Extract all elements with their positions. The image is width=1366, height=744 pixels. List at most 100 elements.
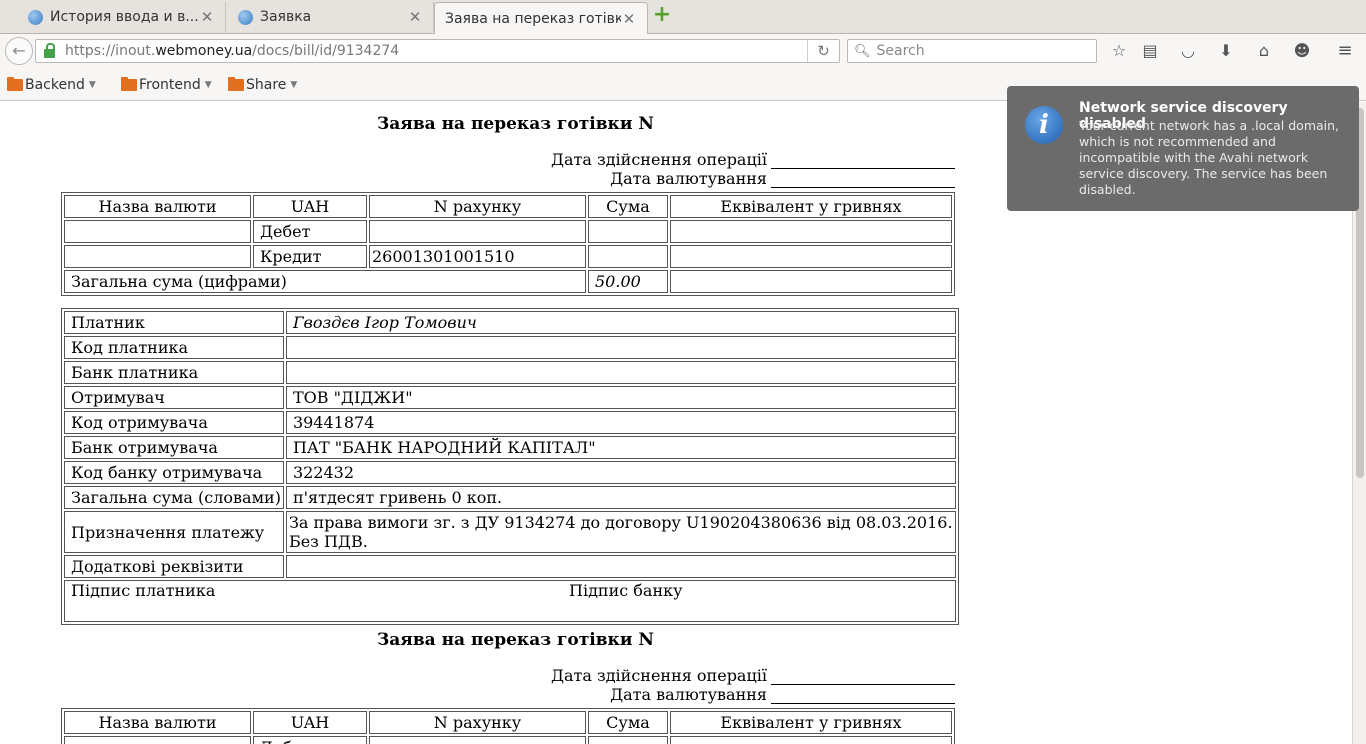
table-cell xyxy=(64,245,251,268)
value-date-line: Дата валютування xyxy=(610,685,955,704)
new-tab-plus-icon[interactable]: + xyxy=(650,4,674,27)
purpose-line: За права вимоги зг. з ДУ 9134274 до дого… xyxy=(288,513,953,532)
table-header: UAH xyxy=(253,711,367,734)
menu-icon[interactable]: ≡ xyxy=(1334,40,1356,62)
table-cell: Код платника xyxy=(64,336,284,359)
folder-icon xyxy=(7,77,23,91)
operation-date-label: Дата здійснення операції xyxy=(550,150,767,169)
table-cell xyxy=(588,220,668,243)
notification-body: Your current network has a .local domain… xyxy=(1079,118,1340,197)
value-date-blank xyxy=(771,172,955,188)
table-cell: Банк отримувача xyxy=(64,436,284,459)
globe-icon xyxy=(238,9,253,25)
table-row: Код отримувача 39441874 xyxy=(64,411,956,434)
payer-signature-label: Підпис платника xyxy=(71,581,216,600)
table-row: Додаткові реквізити xyxy=(64,555,956,578)
table-cell xyxy=(670,270,952,293)
table-cell: 39441874 xyxy=(285,411,956,434)
tab-title: История ввода и в... xyxy=(50,9,199,25)
tab-cash-transfer[interactable]: Заява на переказ готівки ✕ xyxy=(434,2,648,34)
bookmark-folder-frontend[interactable]: Frontend ▼ xyxy=(121,77,212,93)
table-cell xyxy=(64,220,251,243)
chat-icon[interactable]: ☻ xyxy=(1291,40,1313,62)
table-cell: Гвоздєв Ігор Томович xyxy=(285,311,956,334)
table-cell xyxy=(670,736,952,744)
table-header: Сума xyxy=(588,195,668,218)
form-title: Заява на переказ готівки N xyxy=(377,630,654,650)
back-arrow-icon[interactable]: ← xyxy=(5,37,33,65)
search-placeholder: Search xyxy=(876,43,925,59)
bookmark-folder-share[interactable]: Share ▼ xyxy=(228,77,297,93)
table-header: Назва валюти xyxy=(64,195,251,218)
tab-title: Заявка xyxy=(260,9,312,25)
tab-history[interactable]: История ввода и в... ✕ xyxy=(18,2,226,32)
table-cell: 26001301001510 xyxy=(369,245,586,268)
table-row: Загальна сума (цифрами) 50.00 xyxy=(64,270,952,293)
chevron-down-icon: ▼ xyxy=(204,80,212,90)
folder-icon xyxy=(121,77,137,91)
home-icon[interactable]: ⌂ xyxy=(1253,40,1275,62)
close-tab-icon[interactable]: ✕ xyxy=(621,10,637,28)
table-header: N рахунку xyxy=(369,711,586,734)
url-bar[interactable]: https://inout.webmoney.ua/docs/bill/id/9… xyxy=(35,39,840,63)
bookmark-label: Backend xyxy=(25,77,85,93)
value-date-blank xyxy=(771,688,955,704)
table-cell: Загальна сума (словами) xyxy=(64,486,284,509)
signature-cell: Підпис платника Підпис банку xyxy=(64,580,956,622)
table-cell: ТОВ "ДІДЖИ" xyxy=(285,386,956,409)
table-cell xyxy=(670,245,952,268)
chevron-down-icon: ▼ xyxy=(88,80,96,90)
reload-icon[interactable]: ↻ xyxy=(807,40,839,62)
bookmark-label: Share xyxy=(246,77,287,93)
close-tab-icon[interactable]: ✕ xyxy=(407,8,423,26)
purpose-line: Без ПДВ. xyxy=(288,532,368,551)
download-icon[interactable]: ⬇ xyxy=(1215,40,1237,62)
table-cell: Дебет xyxy=(253,220,367,243)
table-cell: Код отримувача xyxy=(64,411,284,434)
table-cell: Код банку отримувача xyxy=(64,461,284,484)
chevron-down-icon: ▼ xyxy=(290,80,298,90)
table-cell: 322432 xyxy=(285,461,956,484)
tab-strip: История ввода и в... ✕ Заявка ✕ Заява на… xyxy=(0,0,1366,34)
table-cell: Дебет xyxy=(253,736,367,744)
table-row: Підпис платника Підпис банку xyxy=(64,580,956,622)
navigation-toolbar: ← https://inout.webmoney.ua/docs/bill/id… xyxy=(0,34,1366,68)
table-row: Кредит 26001301001510 xyxy=(64,245,952,268)
operation-date-line: Дата здійснення операції xyxy=(551,666,955,685)
close-tab-icon[interactable]: ✕ xyxy=(199,8,215,26)
table-cell xyxy=(285,336,956,359)
lock-icon[interactable] xyxy=(44,42,55,58)
url-text[interactable]: https://inout.webmoney.ua/docs/bill/id/9… xyxy=(65,43,399,59)
bookmark-label: Frontend xyxy=(139,77,201,93)
value-date-label: Дата валютування xyxy=(610,685,767,704)
table-row: Дебет xyxy=(64,220,952,243)
table-cell xyxy=(670,220,952,243)
search-input[interactable]: 🔍︎ Search xyxy=(847,39,1097,63)
currency-table: Назва валюти UAH N рахунку Сума Еквівале… xyxy=(61,192,955,296)
bookmark-star-icon[interactable]: ☆ xyxy=(1108,40,1130,62)
table-row: Платник Гвоздєв Ігор Томович xyxy=(64,311,956,334)
operation-date-label: Дата здійснення операції xyxy=(550,666,767,685)
table-cell xyxy=(285,361,956,384)
url-host: webmoney.ua xyxy=(155,43,253,59)
purpose-cell: За права вимоги зг. з ДУ 9134274 до дого… xyxy=(285,511,956,553)
table-cell xyxy=(369,736,586,744)
tab-application[interactable]: Заявка ✕ xyxy=(228,2,434,32)
table-row: Назва валюти UAH N рахунку Сума Еквівале… xyxy=(64,195,952,218)
currency-table: Назва валюти UAH N рахунку Сума Еквівале… xyxy=(61,708,955,744)
pocket-icon[interactable]: ◡ xyxy=(1177,40,1199,62)
table-row: Назва валюти UAH N рахунку Сума Еквівале… xyxy=(64,711,952,734)
table-cell: Загальна сума (цифрами) xyxy=(64,270,586,293)
table-cell: Кредит xyxy=(253,245,367,268)
table-row: Код банку отримувача 322432 xyxy=(64,461,956,484)
table-header: N рахунку xyxy=(369,195,586,218)
globe-icon xyxy=(28,9,43,25)
bank-signature-label: Підпис банку xyxy=(569,581,683,600)
table-row: Банк отримувача ПАТ "БАНК НАРОДНИЙ КАПІТ… xyxy=(64,436,956,459)
reading-list-icon[interactable]: ▤ xyxy=(1139,40,1161,62)
bookmark-folder-backend[interactable]: Backend ▼ xyxy=(7,77,96,93)
notification-popup[interactable]: i Network service discovery disabled You… xyxy=(1007,86,1359,211)
table-cell: Призначення платежу xyxy=(64,511,284,553)
table-row: Загальна сума (словами) п'ятдесят гривен… xyxy=(64,486,956,509)
value-date-label: Дата валютування xyxy=(610,169,767,188)
